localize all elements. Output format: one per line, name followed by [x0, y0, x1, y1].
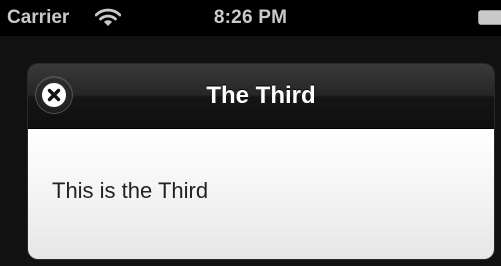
modal-body: This is the Third: [28, 129, 494, 259]
status-time: 8:26 PM: [213, 7, 288, 28]
status-bar: Carrier 8:26 PM: [0, 0, 501, 36]
modal-header: The Third: [28, 64, 494, 129]
modal-panel: The Third This is the Third: [28, 64, 494, 259]
modal-title: The Third: [206, 82, 316, 109]
app-screen: Carrier 8:26 PM The Third This is the Th…: [0, 0, 501, 266]
battery-icon: [478, 10, 501, 25]
body-text: This is the Third: [52, 178, 209, 203]
